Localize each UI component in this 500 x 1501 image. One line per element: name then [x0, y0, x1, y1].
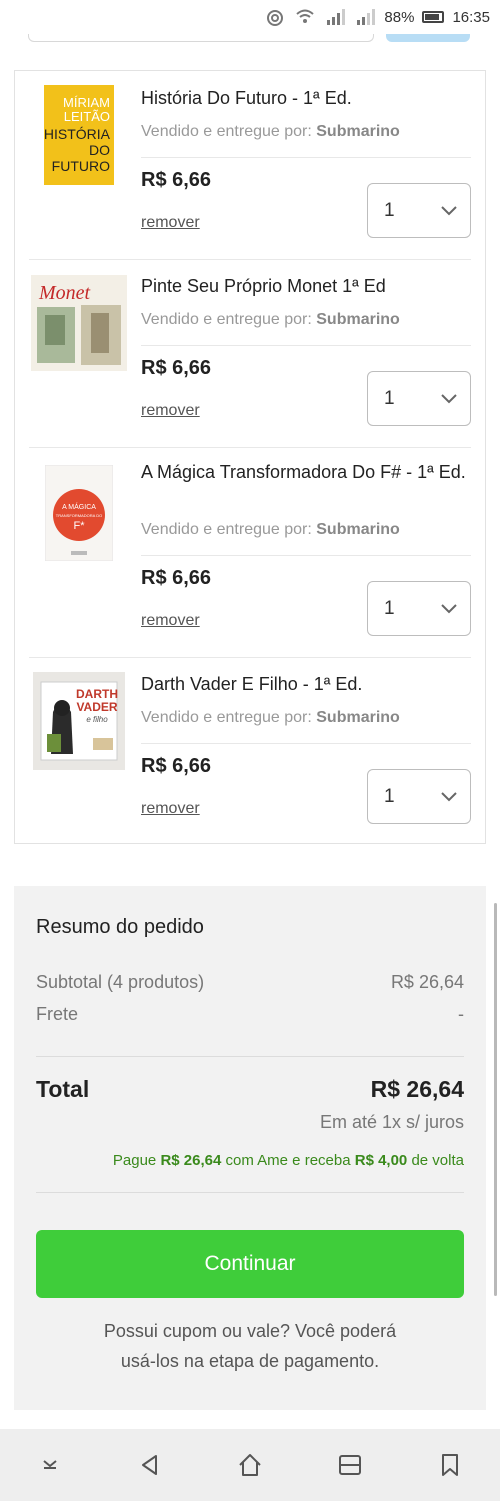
- ame-cashback-text: Pague R$ 26,64 com Ame e receba R$ 4,00 …: [112, 1152, 464, 1169]
- book-cover-a-magica[interactable]: A MÁGICA TRANSFORMADORA DO F*: [29, 463, 129, 563]
- divider: [141, 157, 471, 158]
- remove-link[interactable]: remover: [141, 612, 200, 630]
- battery-icon: [422, 11, 445, 23]
- cover-text: F*: [74, 520, 86, 532]
- cover-text: HISTÓRIA: [44, 126, 111, 142]
- clock: 16:35: [452, 8, 490, 26]
- continue-button[interactable]: Continuar: [36, 1230, 464, 1298]
- cart-item: A MÁGICA TRANSFORMADORA DO F* A Mágica T…: [15, 447, 485, 657]
- cart-item: Monet Pinte Seu Próprio Monet 1ª Ed Vend…: [15, 259, 485, 447]
- divider: [141, 555, 471, 556]
- cart-item: MÍRIAM LEITÃO HISTÓRIA DO FUTURO Históri…: [15, 71, 485, 259]
- battery-percent: 88%: [384, 8, 415, 26]
- quantity-value: 1: [384, 785, 395, 807]
- cover-text: Monet: [38, 282, 91, 304]
- item-price: R$ 6,66: [141, 567, 212, 589]
- signal-1-icon: [324, 8, 346, 26]
- item-seller: Vendido e entregue por: Submarino: [141, 709, 400, 726]
- divider: [36, 1192, 464, 1193]
- quantity-select[interactable]: 1: [367, 581, 471, 636]
- total-value: R$ 26,64: [370, 1076, 464, 1102]
- quantity-value: 1: [384, 387, 395, 409]
- item-title[interactable]: A Mágica Transformadora Do F# - 1ª Ed.: [141, 461, 471, 484]
- item-seller: Vendido e entregue por: Submarino: [141, 311, 400, 328]
- item-price: R$ 6,66: [141, 755, 212, 777]
- item-price: R$ 6,66: [141, 169, 212, 191]
- divider: [141, 345, 471, 346]
- book-cover-darth-vader[interactable]: DARTH VADER e filho: [29, 671, 129, 771]
- coupon-line: usá-los na etapa de pagamento.: [120, 1351, 380, 1371]
- subtotal-label: Subtotal (4 produtos): [36, 972, 205, 992]
- item-seller: Vendido e entregue por: Submarino: [141, 521, 400, 538]
- cover-text: MÍRIAM: [63, 95, 110, 110]
- cover-text: FUTURO: [52, 158, 110, 174]
- cover-text: DARTH: [76, 687, 118, 701]
- remove-link[interactable]: remover: [141, 402, 200, 420]
- subtotal-row: Subtotal (4 produtos) R$ 26,64: [36, 972, 464, 993]
- chevron-down-icon: [441, 205, 457, 215]
- quantity-select[interactable]: 1: [367, 183, 471, 238]
- chevron-down-icon: [441, 603, 457, 613]
- bookmark-icon[interactable]: [420, 1435, 480, 1495]
- cart-items-list: MÍRIAM LEITÃO HISTÓRIA DO FUTURO Históri…: [14, 70, 486, 844]
- item-price: R$ 6,66: [141, 357, 212, 379]
- coupon-line: Possui cupom ou vale? Você poderá: [103, 1321, 397, 1341]
- order-summary: Resumo do pedido Subtotal (4 produtos) R…: [14, 886, 486, 1410]
- quantity-value: 1: [384, 199, 395, 221]
- signal-2-icon: [354, 8, 376, 26]
- total-label: Total: [36, 1076, 90, 1102]
- item-title[interactable]: Pinte Seu Próprio Monet 1ª Ed: [141, 275, 471, 298]
- quantity-select[interactable]: 1: [367, 769, 471, 824]
- book-cover-historia-do-futuro[interactable]: MÍRIAM LEITÃO HISTÓRIA DO FUTURO: [29, 85, 129, 185]
- cover-text: DO: [89, 142, 110, 158]
- down-chevron-icon[interactable]: [20, 1435, 80, 1495]
- frete-row: Frete -: [36, 1004, 464, 1025]
- remove-link[interactable]: remover: [141, 214, 200, 232]
- cover-text: VADER: [76, 700, 117, 714]
- item-title[interactable]: Darth Vader E Filho - 1ª Ed.: [141, 673, 471, 696]
- cover-text: LEITÃO: [64, 109, 110, 124]
- summary-title: Resumo do pedido: [36, 916, 204, 938]
- divider: [141, 743, 471, 744]
- cover-text: A MÁGICA: [62, 502, 96, 511]
- frete-value: -: [458, 1004, 464, 1024]
- divider: [36, 1056, 464, 1057]
- item-seller: Vendido e entregue por: Submarino: [141, 123, 400, 140]
- wifi-icon: [294, 8, 316, 26]
- installment-text: Em até 1x s/ juros: [319, 1112, 464, 1132]
- frete-label: Frete: [36, 1004, 79, 1024]
- item-title[interactable]: História Do Futuro - 1ª Ed.: [141, 87, 471, 110]
- subtotal-value: R$ 26,64: [390, 972, 464, 992]
- remove-link[interactable]: remover: [141, 800, 200, 818]
- cover-text: TRANSFORMADORA DO: [56, 513, 102, 518]
- navigation-bar: [0, 1429, 500, 1501]
- quantity-select[interactable]: 1: [367, 371, 471, 426]
- back-icon[interactable]: [120, 1435, 180, 1495]
- chevron-down-icon: [441, 393, 457, 403]
- recents-icon[interactable]: [320, 1435, 380, 1495]
- status-bar: 88% 16:35: [0, 0, 500, 34]
- cover-text: e filho: [86, 715, 108, 724]
- coupon-info: Possui cupom ou vale? Você poderá usá-lo…: [36, 1316, 464, 1376]
- home-icon[interactable]: [220, 1435, 280, 1495]
- chevron-down-icon: [441, 791, 457, 801]
- sync-icon: [264, 8, 286, 26]
- quantity-value: 1: [384, 597, 395, 619]
- cart-item: DARTH VADER e filho Darth Vader E Filho …: [15, 657, 485, 845]
- book-cover-monet[interactable]: Monet: [29, 273, 129, 373]
- scrollbar[interactable]: [494, 903, 497, 1296]
